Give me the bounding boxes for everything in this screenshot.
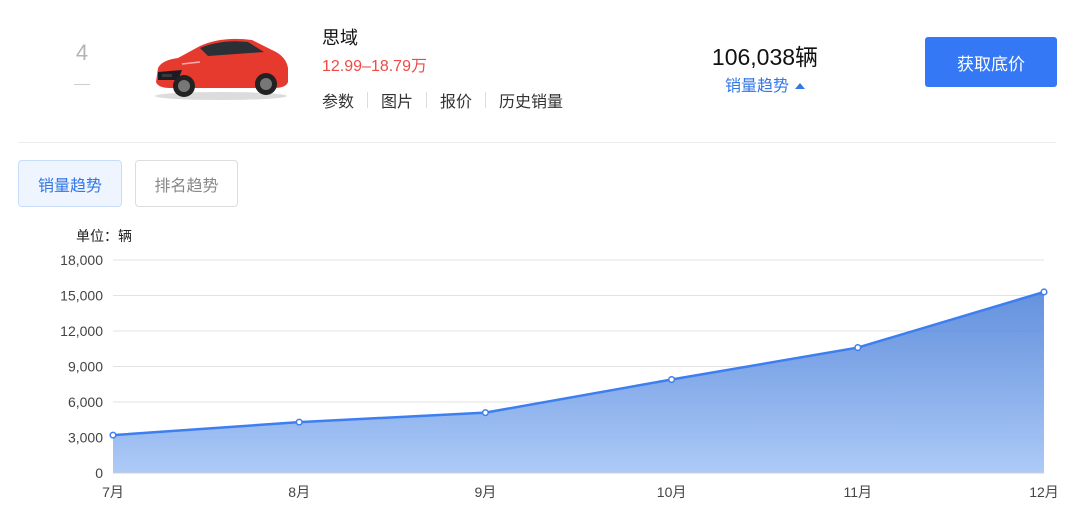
- y-tick-label: 18,000: [60, 252, 103, 268]
- y-tick-label: 6,000: [68, 394, 103, 410]
- x-tick-label: 10月: [657, 484, 687, 500]
- sales-trend-label: 销量趋势: [724, 76, 789, 95]
- sales-trend-toggle[interactable]: 销量趋势: [690, 72, 840, 96]
- data-point: [854, 344, 862, 352]
- y-tick-label: 0: [95, 465, 103, 481]
- link-divider: [367, 92, 369, 108]
- data-point: [668, 375, 676, 384]
- car-image[interactable]: [148, 30, 294, 102]
- link-divider: [426, 92, 428, 108]
- sales-area-chart: 0 3,000 6,000 9,000 12,000 15,000 18,000 7月 8月 9月…: [60, 252, 1059, 500]
- x-tick-label: 7月: [102, 484, 124, 500]
- x-tick-label: 9月: [475, 484, 497, 500]
- x-tick-label: 12月: [1029, 484, 1059, 500]
- price-range: 12.99–18.79万: [322, 58, 427, 75]
- data-point: [109, 431, 117, 439]
- tab-ranking-trend[interactable]: 排名趋势: [135, 160, 238, 207]
- y-tick-label: 3,000: [68, 430, 103, 446]
- data-point: [295, 418, 303, 426]
- car-links: 参数 图片 报价 历史销量: [322, 88, 563, 112]
- link-divider: [485, 92, 487, 108]
- get-price-button[interactable]: 获取底价: [925, 37, 1057, 87]
- series-area: [113, 291, 1044, 473]
- link-quote[interactable]: 报价: [440, 88, 472, 112]
- y-tick-label: 9,000: [68, 359, 103, 375]
- data-point: [481, 409, 489, 417]
- rank-number: 4: [75, 40, 89, 65]
- y-tick-label: 12,000: [60, 323, 103, 339]
- caret-up-icon: [795, 83, 805, 89]
- chart-unit-label: 单位：辆: [76, 229, 132, 245]
- data-point: [1040, 288, 1048, 296]
- tab-sales-trend[interactable]: 销量趋势: [18, 160, 122, 207]
- x-tick-label: 8月: [288, 484, 310, 500]
- x-tick-label: 11月: [844, 484, 873, 500]
- link-sales-history[interactable]: 历史销量: [499, 88, 563, 112]
- section-divider: [18, 142, 1056, 143]
- y-tick-label: 15,000: [60, 288, 103, 304]
- link-images[interactable]: 图片: [381, 88, 413, 112]
- car-name[interactable]: 思域: [322, 24, 358, 50]
- sales-total: 106,038辆: [711, 44, 819, 70]
- link-params[interactable]: 参数: [322, 88, 354, 112]
- rank-change-indicator: [74, 84, 90, 85]
